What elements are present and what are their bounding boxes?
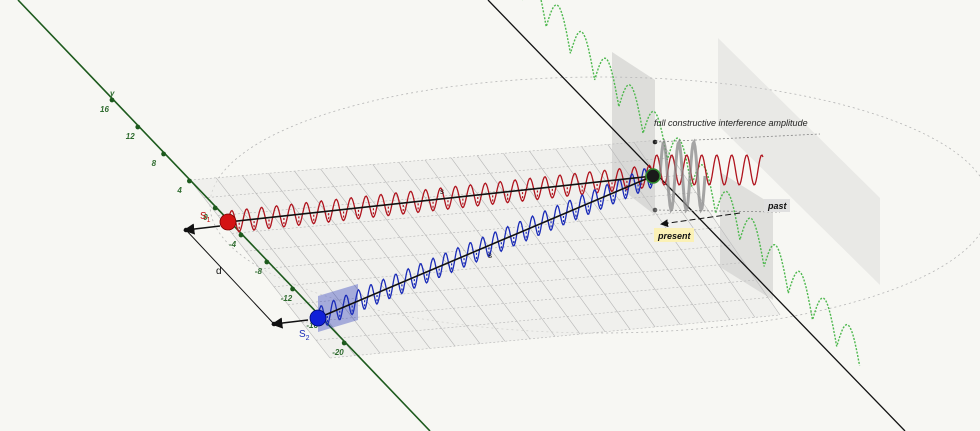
path2-label: s	[488, 251, 492, 260]
y-axis-tick-dot	[109, 97, 115, 103]
y-axis-tick-dot	[161, 151, 167, 157]
y-axis-tick-dot	[264, 259, 270, 265]
y-axis-tick-label: 12	[126, 132, 135, 141]
y-axis-tick-label: 16	[100, 105, 109, 114]
source2-label: S2	[299, 329, 310, 342]
y-axis-tick-label: -20	[332, 348, 344, 357]
source1-label: S1	[200, 211, 211, 224]
y-axis-tick-dot	[187, 178, 192, 184]
y-axis-label: y	[109, 89, 115, 98]
scene-canvas[interactable]: 1612840-4-8-12-16-20 y s s d S1 S2 full …	[0, 0, 980, 431]
d-point-bottom[interactable]	[271, 321, 277, 327]
y-axis-tick-dot	[238, 232, 244, 238]
d-point-top[interactable]	[183, 227, 189, 233]
present-label: present	[657, 231, 692, 241]
past-label: past	[767, 201, 788, 211]
y-axis-tick-label: -8	[255, 267, 263, 276]
y-axis-tick-label: 8	[152, 159, 157, 168]
y-axis-tick-label: 4	[176, 186, 182, 195]
interference-point[interactable]	[645, 168, 661, 184]
y-axis-tick-label: -12	[281, 294, 293, 303]
y-axis-tick-label: -4	[229, 240, 237, 249]
separation-label: d	[216, 266, 222, 277]
interference-scene: 16 12 8 4 0 -4 -8 -12 -16 -20 y s s d S1 S2 full …	[0, 0, 980, 431]
y-axis-tick-dot	[290, 286, 295, 292]
amplitude-note: full constructive interference amplitude	[654, 118, 808, 128]
y-axis-tick-dot	[341, 340, 347, 346]
d-arrow-top	[183, 223, 221, 235]
source1-point[interactable]	[219, 213, 237, 231]
path1-label: s	[440, 187, 444, 196]
source2-point[interactable]	[309, 309, 327, 327]
y-axis-tick-dot	[135, 124, 141, 130]
y-axis-tick-dot	[212, 205, 218, 211]
